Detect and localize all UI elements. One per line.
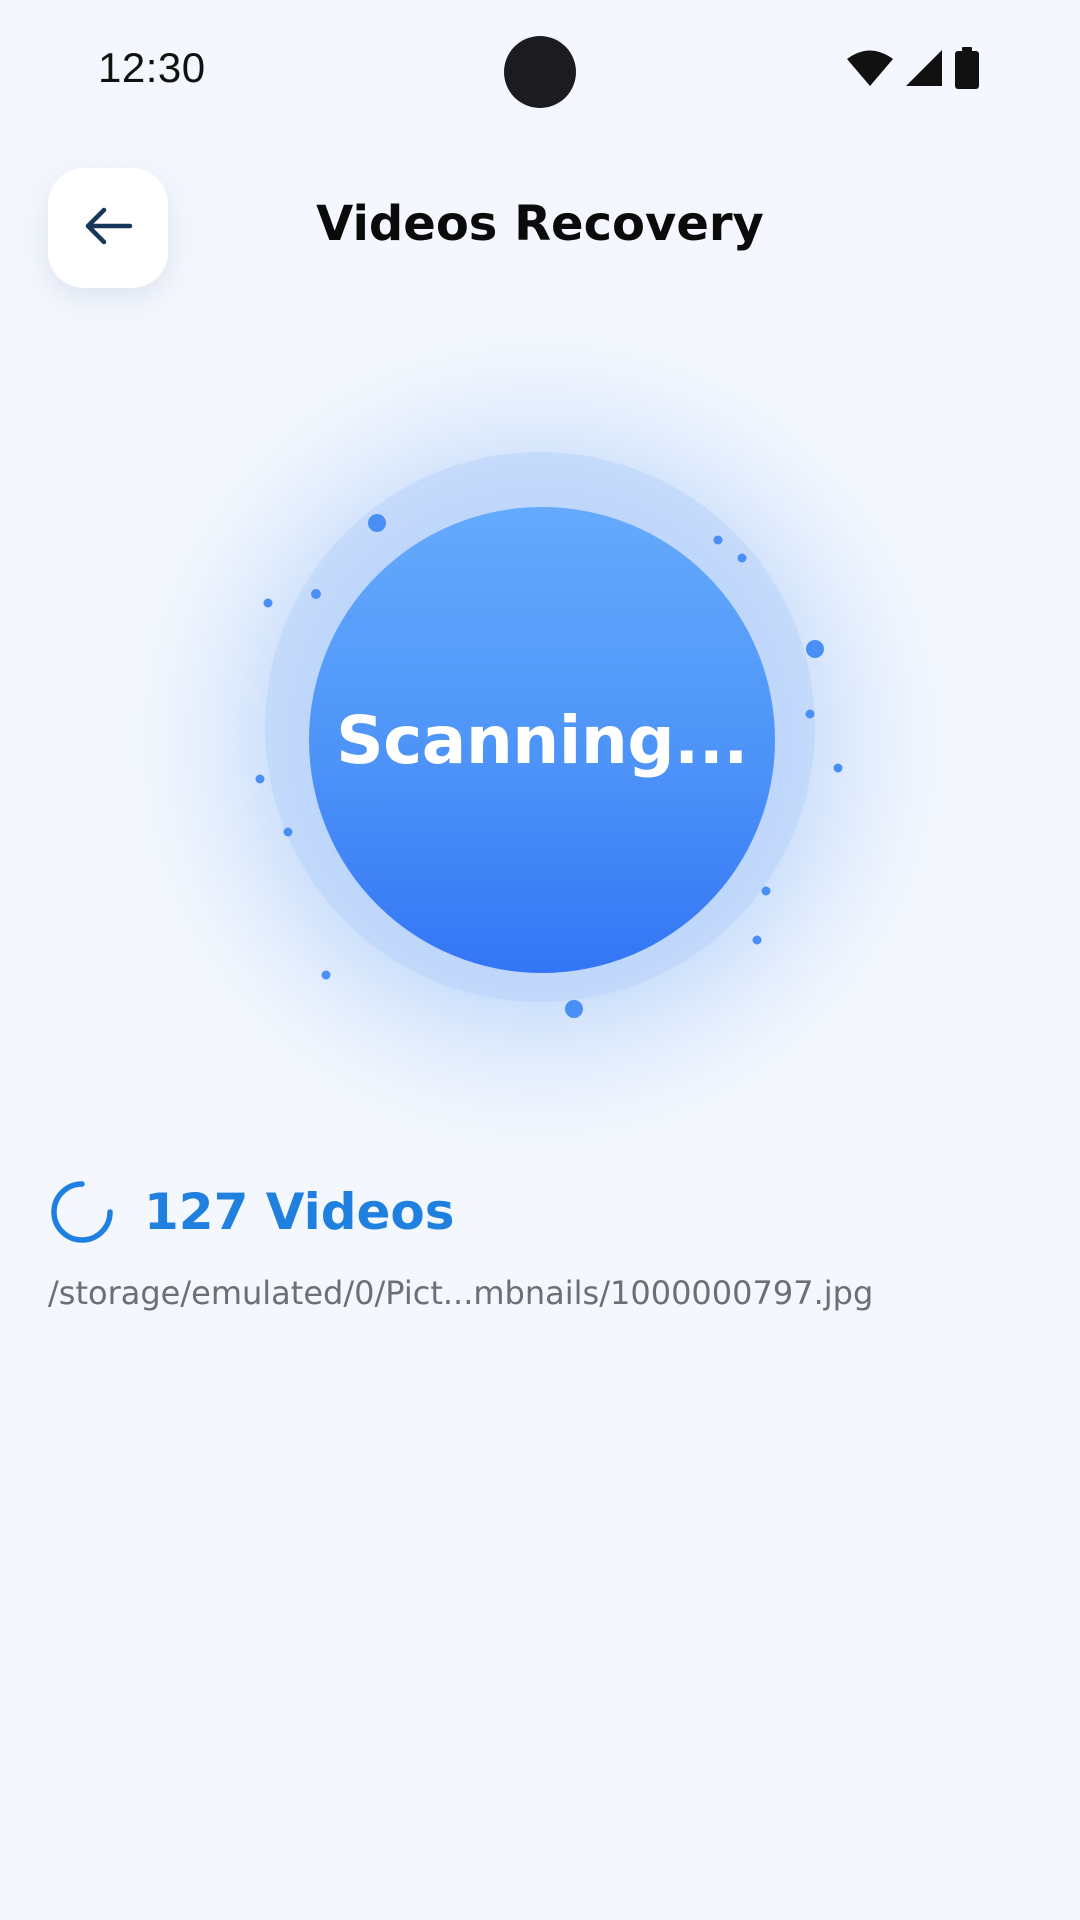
status-icons xyxy=(846,46,980,90)
current-file-path: /storage/emulated/0/Pict...mbnails/10000… xyxy=(48,1274,874,1312)
status-bar: 12:30 xyxy=(0,0,1080,140)
scan-circle: Scanning... xyxy=(309,507,775,973)
progress-row: 127 Videos xyxy=(48,1176,455,1248)
status-time: 12:30 xyxy=(98,44,206,91)
battery-icon xyxy=(954,47,980,89)
wifi-icon xyxy=(846,50,894,86)
loading-spinner-icon xyxy=(51,1181,113,1243)
page-title: Videos Recovery xyxy=(316,196,764,252)
videos-count: 127 Videos xyxy=(144,1183,455,1241)
scanning-label: Scanning... xyxy=(336,701,748,779)
camera-cutout xyxy=(504,36,576,108)
cellular-signal-icon xyxy=(904,49,944,87)
scan-screen: 12:30 Videos Recovery Scanning... 127 Vi… xyxy=(0,0,1080,1920)
